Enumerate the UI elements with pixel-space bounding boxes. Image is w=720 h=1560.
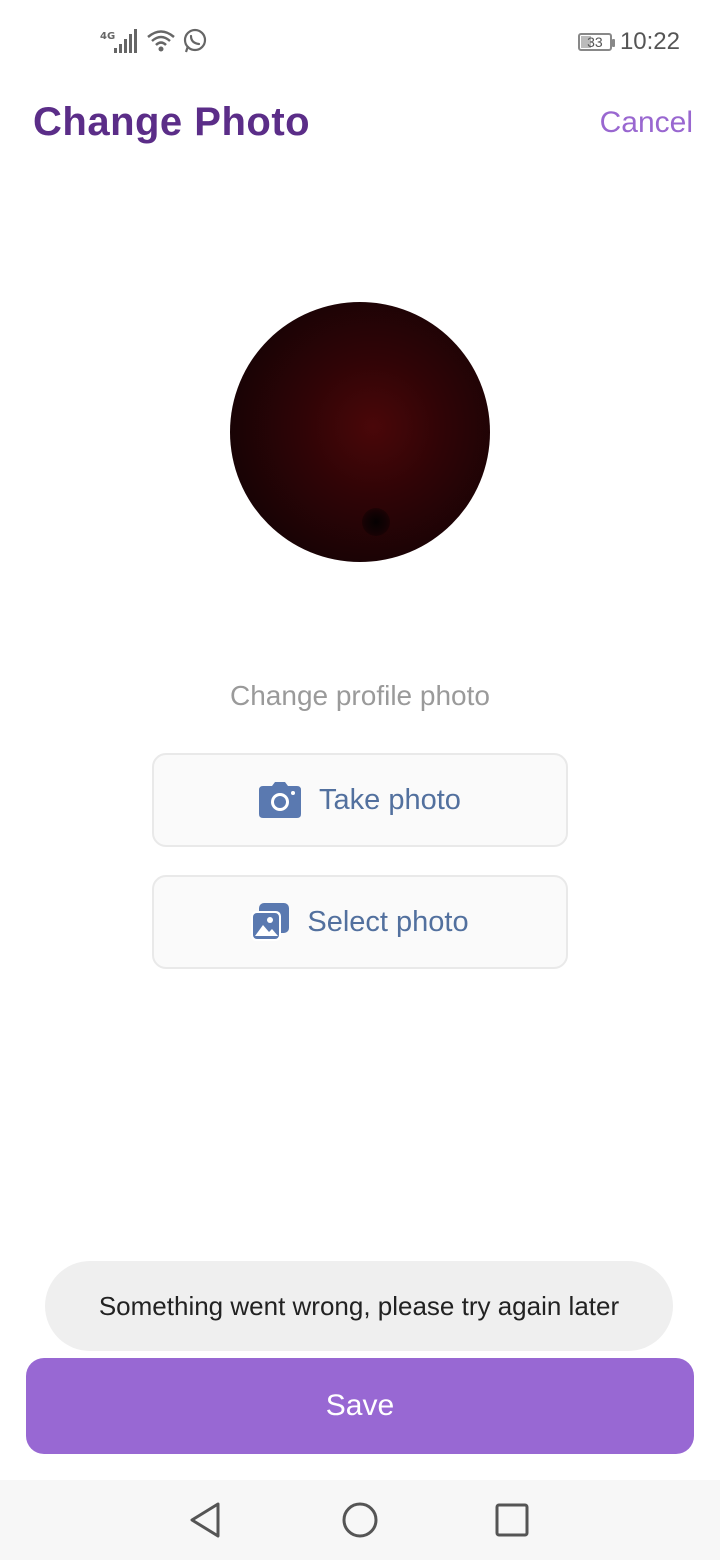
network-type-label: 4G: [100, 31, 115, 42]
back-icon[interactable]: [186, 1500, 226, 1540]
status-icons-left: 4G: [100, 26, 208, 56]
status-bar: 4G 33 10:22: [0, 0, 720, 84]
error-toast: Something went wrong, please try again l…: [45, 1261, 673, 1351]
cancel-button[interactable]: Cancel: [600, 106, 693, 140]
take-photo-button[interactable]: Take photo: [152, 753, 568, 847]
battery-icon: 33: [577, 33, 615, 51]
system-nav-bar: [0, 1480, 720, 1560]
profile-photo-preview: [230, 302, 490, 562]
gallery-icon: [251, 903, 290, 941]
select-photo-button[interactable]: Select photo: [152, 875, 568, 969]
page-title: Change Photo: [33, 100, 311, 144]
change-profile-photo-label: Change profile photo: [230, 680, 490, 711]
wifi-icon: [147, 30, 175, 52]
select-photo-label: Select photo: [307, 905, 469, 938]
save-button[interactable]: Save: [26, 1358, 694, 1454]
camera-icon: [259, 782, 302, 818]
take-photo-label: Take photo: [319, 783, 461, 816]
recent-apps-icon[interactable]: [492, 1500, 532, 1540]
clock: 10:22: [619, 28, 680, 55]
whatsapp-icon: [183, 28, 207, 53]
status-icons-right: 33 10:22: [577, 26, 680, 58]
header: Change Photo Cancel: [0, 96, 720, 160]
home-icon[interactable]: [340, 1500, 380, 1540]
battery-level: 33: [587, 34, 603, 50]
signal-icon: 4G: [100, 29, 137, 53]
